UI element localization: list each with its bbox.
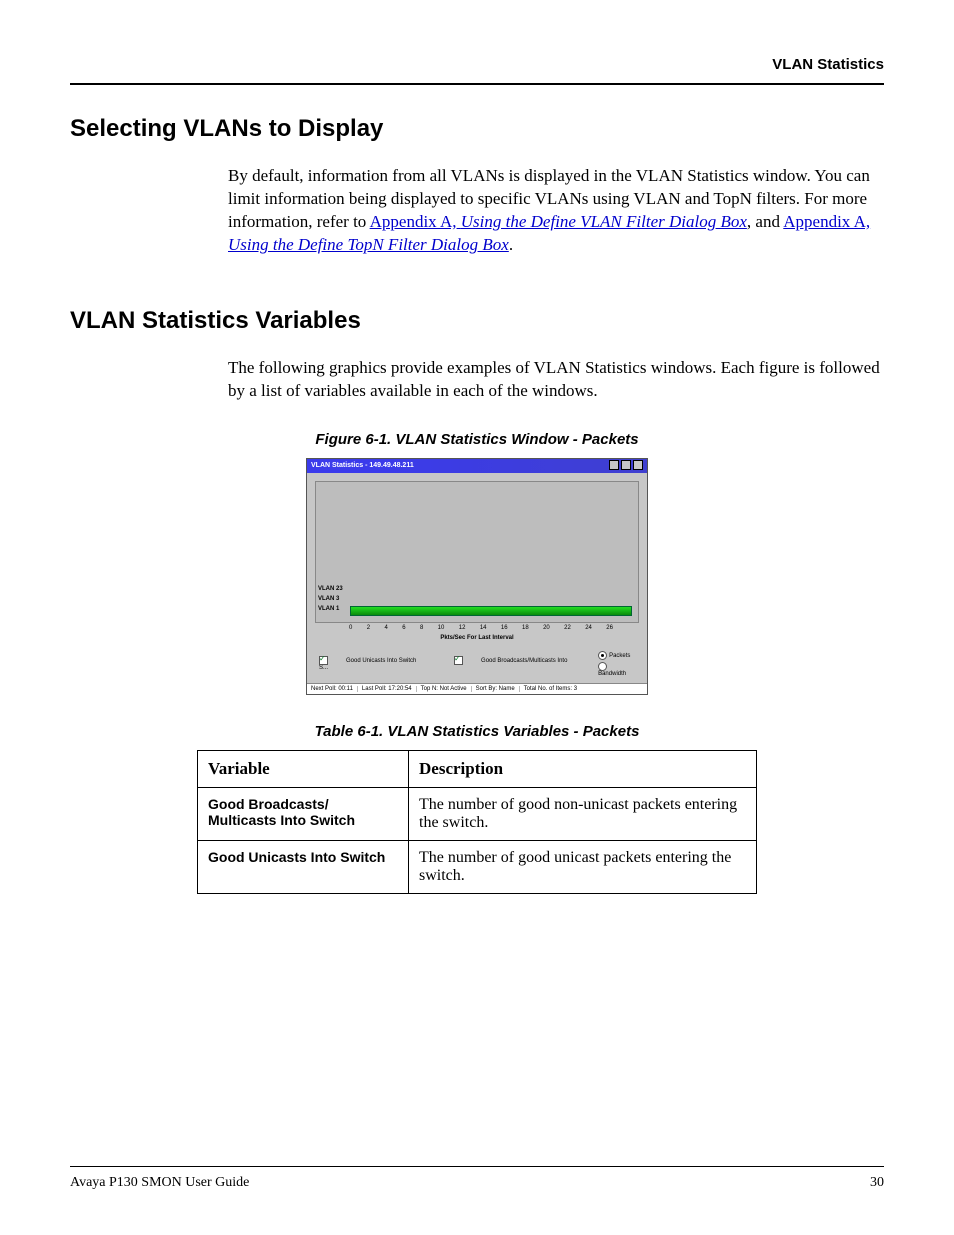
cell-variable: Good Unicasts Into Switch	[198, 840, 409, 893]
x-tick: 20	[543, 625, 550, 631]
footer-page-number: 30	[870, 1175, 884, 1191]
x-tick: 6	[402, 625, 405, 631]
status-next-poll: Next Poll: 00:11	[311, 686, 358, 692]
x-tick: 12	[459, 625, 466, 631]
variables-table: Variable Description Good Broadcasts/ Mu…	[197, 750, 757, 894]
link-plain: Appendix A,	[370, 212, 457, 231]
close-icon	[633, 460, 643, 470]
y-tick-label: VLAN 1	[318, 606, 339, 612]
cell-description: The number of good non-unicast packets e…	[409, 787, 757, 840]
cell-description: The number of good unicast packets enter…	[409, 840, 757, 893]
status-sort: Sort By: Name	[476, 686, 520, 692]
status-topn: Top N: Not Active	[421, 686, 472, 692]
x-tick: 26	[606, 625, 613, 631]
header-rule	[70, 83, 884, 85]
footer-rule	[70, 1166, 884, 1167]
x-tick: 18	[522, 625, 529, 631]
x-tick: 0	[349, 625, 352, 631]
link-italic: Using the Define TopN Filter Dialog Box	[228, 235, 509, 254]
x-axis-label: Pkts/Sec For Last Interval	[315, 631, 639, 647]
bar-vlan1	[350, 606, 632, 616]
bar-chart: VLAN 23 VLAN 3 VLAN 1	[315, 481, 639, 623]
x-axis: 0 2 4 6 8 10 12 14 16 18 20 22 24 26	[315, 623, 639, 631]
checkbox-icon	[454, 656, 463, 665]
radio-label: Bandwidth	[598, 671, 626, 677]
legend-checkboxes: Good Unicasts Into Switch Good Broadcast…	[319, 656, 598, 671]
x-tick: 14	[480, 625, 487, 631]
table-row: Good Unicasts Into Switch The number of …	[198, 840, 757, 893]
col-header-description: Description	[409, 750, 757, 787]
status-bar: Next Poll: 00:11 Last Poll: 17:20:54 Top…	[307, 683, 647, 694]
figure-caption: Figure 6-1. VLAN Statistics Window - Pac…	[70, 431, 884, 448]
para-text: , and	[747, 212, 783, 231]
x-tick: 16	[501, 625, 508, 631]
y-tick-label: VLAN 23	[318, 586, 343, 592]
section-heading-variables: VLAN Statistics Variables	[70, 307, 884, 335]
section1-paragraph: By default, information from all VLANs i…	[228, 165, 884, 257]
status-total: Total No. of Items: 3	[524, 686, 581, 692]
radio-icon	[598, 651, 607, 660]
x-tick: 24	[585, 625, 592, 631]
cell-variable: Good Broadcasts/ Multicasts Into Switch	[198, 787, 409, 840]
running-header: VLAN Statistics	[70, 56, 884, 73]
window-titlebar: VLAN Statistics - 149.49.48.211	[307, 459, 647, 473]
section-heading-selecting: Selecting VLANs to Display	[70, 115, 884, 143]
figure-window: VLAN Statistics - 149.49.48.211 VLAN 23 …	[306, 458, 648, 695]
link-plain: Appendix A,	[783, 212, 870, 231]
x-tick: 10	[438, 625, 445, 631]
link-italic: Using the Define VLAN Filter Dialog Box	[461, 212, 747, 231]
maximize-icon	[621, 460, 631, 470]
footer-left: Avaya P130 SMON User Guide	[70, 1175, 249, 1191]
section2-paragraph: The following graphics provide examples …	[228, 357, 884, 403]
table-header-row: Variable Description	[198, 750, 757, 787]
window-title: VLAN Statistics - 149.49.48.211	[311, 462, 414, 469]
x-tick: 2	[367, 625, 370, 631]
legend-label: Good Unicasts Into Switch	[346, 658, 416, 664]
x-tick: 22	[564, 625, 571, 631]
checkbox-icon	[319, 656, 328, 665]
para-text: .	[509, 235, 513, 254]
status-last-poll: Last Poll: 17:20:54	[362, 686, 417, 692]
radio-label: Packets	[609, 653, 630, 659]
radio-icon	[598, 662, 607, 671]
window-control-icons	[607, 460, 643, 472]
minimize-icon	[609, 460, 619, 470]
page-footer: Avaya P130 SMON User Guide 30	[70, 1166, 884, 1191]
col-header-variable: Variable	[198, 750, 409, 787]
table-row: Good Broadcasts/ Multicasts Into Switch …	[198, 787, 757, 840]
x-tick: 8	[420, 625, 423, 631]
x-tick: 4	[384, 625, 387, 631]
link-appendix-a-vlan-filter[interactable]: Appendix A, Using the Define VLAN Filter…	[370, 212, 747, 231]
y-tick-label: VLAN 3	[318, 596, 339, 602]
table-caption: Table 6-1. VLAN Statistics Variables - P…	[70, 723, 884, 740]
